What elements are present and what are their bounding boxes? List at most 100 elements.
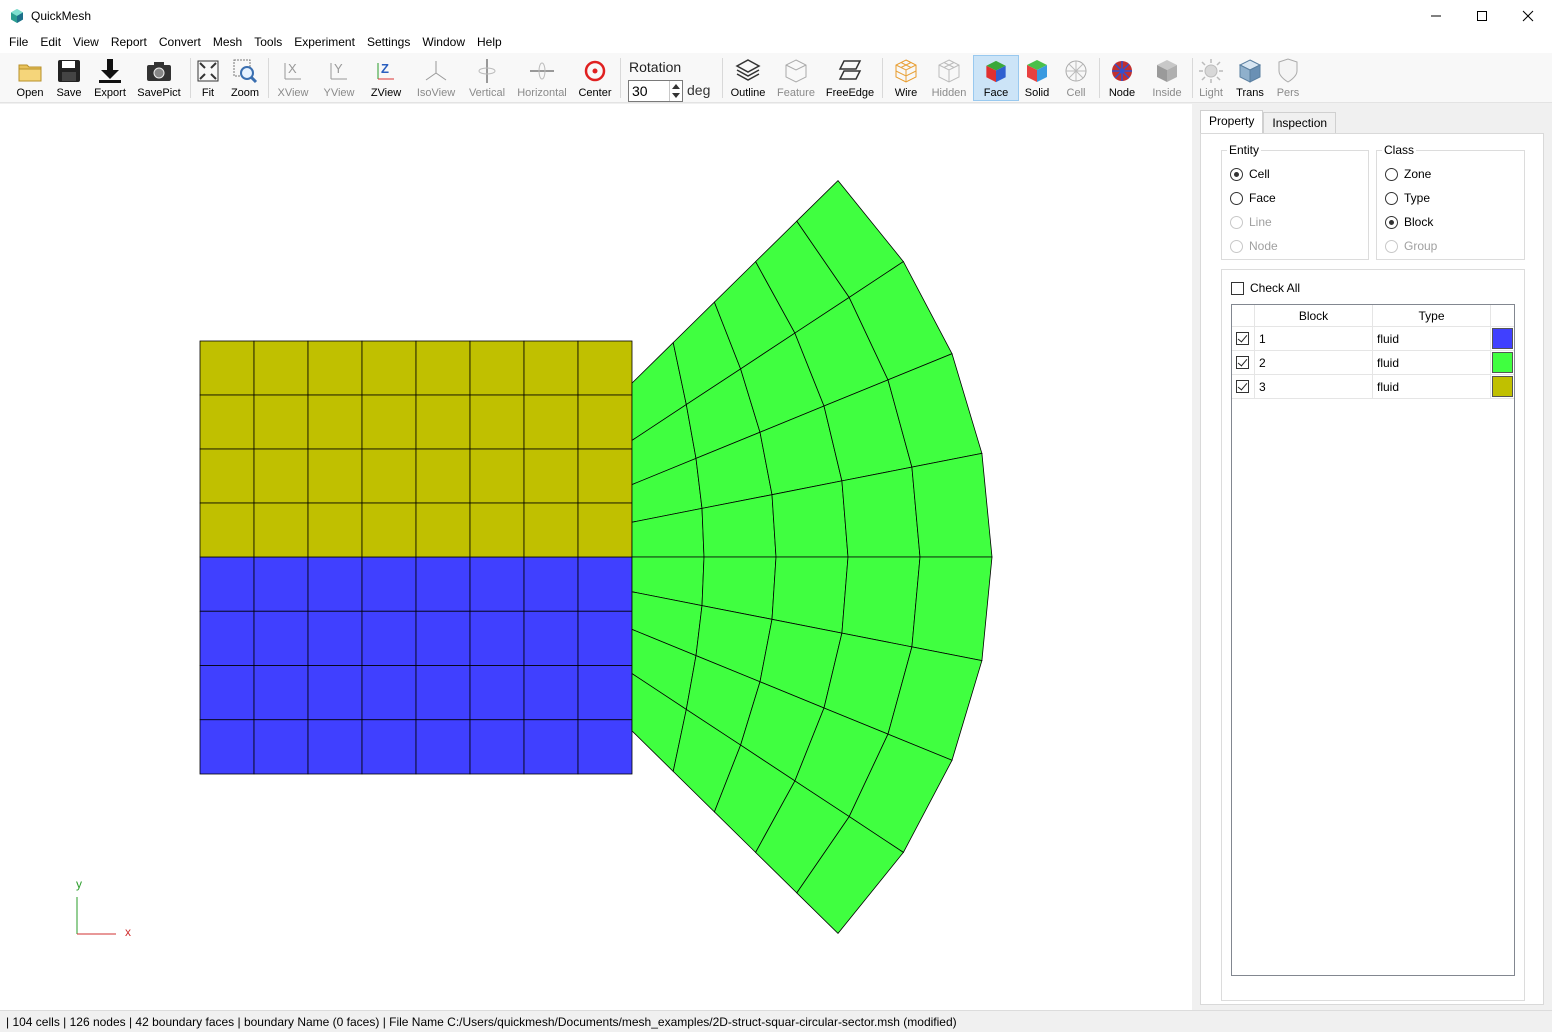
mesh-cell	[523, 610, 579, 666]
entity-line-radio[interactable]: Line	[1230, 215, 1272, 229]
entity-node-label: Node	[1249, 239, 1278, 253]
save-button[interactable]: Save	[50, 55, 88, 101]
entity-face-radio[interactable]: Face	[1230, 191, 1276, 205]
feature-button[interactable]: Feature	[774, 55, 818, 101]
open-button[interactable]: Open	[10, 55, 50, 101]
save-label: Save	[56, 87, 82, 99]
class-zone-radio[interactable]: Zone	[1385, 167, 1431, 181]
mesh-cell	[307, 394, 363, 450]
status-text: | 104 cells | 126 nodes | 42 boundary fa…	[6, 1015, 957, 1029]
svg-text:Z: Z	[381, 61, 389, 76]
fit-button[interactable]: Fit	[194, 55, 222, 101]
entity-cell-radio[interactable]: Cell	[1230, 167, 1270, 181]
vertical-label: Vertical	[468, 87, 506, 99]
class-group-radio[interactable]: Group	[1385, 239, 1437, 253]
vertical-button[interactable]: Vertical	[466, 55, 508, 101]
iso-view-icon	[425, 61, 447, 81]
mesh-cell	[577, 556, 633, 612]
outline-button[interactable]: Outline	[728, 55, 768, 101]
mesh-cell	[469, 340, 525, 396]
tab-inspection[interactable]: Inspection	[1263, 112, 1337, 134]
menu-mesh[interactable]: Mesh	[207, 32, 248, 52]
center-button[interactable]: Center	[576, 55, 614, 101]
light-button[interactable]: Light	[1196, 55, 1226, 101]
color-swatch-olive[interactable]	[1492, 376, 1513, 397]
menu-view[interactable]: View	[67, 32, 105, 52]
inside-button[interactable]: Inside	[1148, 55, 1186, 101]
rotation-value[interactable]: 30	[632, 83, 648, 99]
node-button[interactable]: Node	[1104, 55, 1140, 101]
cell-button[interactable]: Cell	[1061, 55, 1091, 101]
solid-button[interactable]: Solid	[1021, 55, 1053, 101]
maximize-button[interactable]	[1459, 0, 1505, 31]
class-block-radio[interactable]: Block	[1385, 215, 1433, 229]
menu-file[interactable]: File	[3, 32, 34, 52]
tab-property[interactable]: Property	[1200, 110, 1264, 134]
x-axis-label: x	[125, 925, 131, 939]
menu-convert[interactable]: Convert	[153, 32, 207, 52]
menu-bar: File Edit View Report Convert Mesh Tools…	[0, 31, 1552, 53]
minimize-button[interactable]	[1413, 0, 1459, 31]
yview-button[interactable]: Y YView	[320, 55, 358, 101]
menu-settings[interactable]: Settings	[361, 32, 416, 52]
zoom-button[interactable]: Zoom	[229, 55, 261, 101]
fit-label: Fit	[201, 87, 215, 99]
table-row[interactable]: 3 fluid	[1232, 375, 1514, 399]
mesh-canvas[interactable]: y x	[0, 104, 1192, 1010]
horizontal-button[interactable]: Horizontal	[515, 55, 569, 101]
row-check-cell[interactable]	[1232, 351, 1255, 375]
freeedge-button[interactable]: FreeEdge	[824, 55, 876, 101]
pers-button[interactable]: Pers	[1272, 55, 1304, 101]
row-check-cell[interactable]	[1232, 327, 1255, 351]
menu-help[interactable]: Help	[471, 32, 508, 52]
mesh-cell	[253, 502, 309, 558]
mesh-cell	[415, 448, 471, 504]
export-button[interactable]: Export	[89, 55, 131, 101]
menu-edit[interactable]: Edit	[34, 32, 67, 52]
row-check-cell[interactable]	[1232, 375, 1255, 399]
color-swatch-blue[interactable]	[1492, 328, 1513, 349]
hidden-button[interactable]: Hidden	[930, 55, 968, 101]
hidden-cube-icon	[938, 59, 960, 83]
menu-experiment[interactable]: Experiment	[288, 32, 361, 52]
savepict-button[interactable]: SavePict	[134, 55, 184, 101]
rotation-spinbox[interactable]: 30	[628, 80, 683, 102]
center-target-icon	[584, 60, 606, 82]
table-header-type[interactable]: Type	[1373, 305, 1491, 327]
face-button[interactable]: Face	[973, 55, 1019, 101]
axis-triad: y x	[76, 877, 131, 939]
checkbox-checked-icon[interactable]	[1236, 356, 1249, 369]
menu-report[interactable]: Report	[105, 32, 153, 52]
x-axis-view-icon: X	[284, 61, 301, 80]
xview-button[interactable]: X XView	[274, 55, 312, 101]
mesh-cell	[307, 556, 363, 612]
table-row[interactable]: 1 fluid	[1232, 327, 1514, 351]
free-edge-icon	[838, 60, 862, 80]
wire-button[interactable]: Wire	[888, 55, 924, 101]
class-type-radio[interactable]: Type	[1385, 191, 1430, 205]
toolbar-separator	[882, 58, 883, 98]
check-all-checkbox[interactable]: Check All	[1231, 281, 1300, 295]
mesh-cell	[911, 556, 993, 662]
mesh-cell	[469, 610, 525, 666]
menu-tools[interactable]: Tools	[248, 32, 288, 52]
property-tab-body: Entity Cell Face Line Node Class Zone Ty…	[1200, 133, 1544, 1005]
entity-node-radio[interactable]: Node	[1230, 239, 1278, 253]
isoview-button[interactable]: IsoView	[414, 55, 458, 101]
close-button[interactable]	[1505, 0, 1551, 31]
radio-icon	[1230, 239, 1243, 253]
mesh-cell	[577, 665, 633, 721]
mesh-cell	[523, 340, 579, 396]
mesh-viewport[interactable]: y x	[0, 104, 1192, 1010]
menu-window[interactable]: Window	[416, 32, 471, 52]
mesh-cell	[523, 665, 579, 721]
mesh-cell	[253, 448, 309, 504]
color-swatch-green[interactable]	[1492, 352, 1513, 373]
checkbox-checked-icon[interactable]	[1236, 380, 1249, 393]
table-row[interactable]: 2 fluid	[1232, 351, 1514, 375]
checkbox-checked-icon[interactable]	[1236, 332, 1249, 345]
trans-button[interactable]: Trans	[1233, 55, 1267, 101]
rotation-stepper[interactable]	[669, 81, 682, 101]
table-header-block[interactable]: Block	[1255, 305, 1373, 327]
zview-button[interactable]: Z ZView	[366, 55, 406, 101]
